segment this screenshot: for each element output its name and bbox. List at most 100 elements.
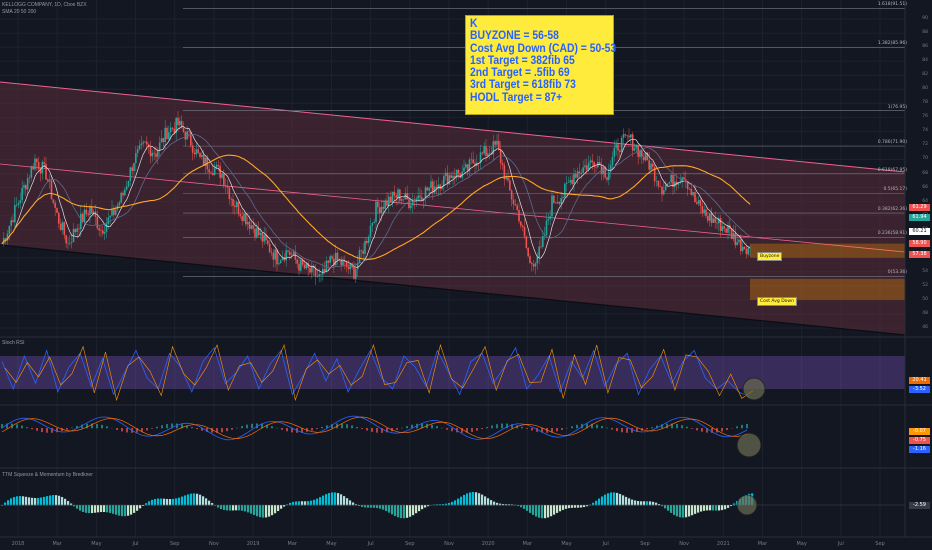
candle-body (287, 250, 289, 252)
candle-body (210, 172, 212, 174)
candle-body (745, 249, 748, 255)
macd-histogram-bar (481, 428, 483, 430)
candle-body (8, 225, 11, 234)
macd-histogram-bar (146, 428, 148, 431)
y-tick-label: 80 (922, 86, 928, 92)
macd-histogram-bar (226, 428, 228, 432)
ttm-bar (415, 505, 418, 514)
candle-body (699, 200, 702, 206)
candle-body (151, 152, 154, 157)
rsi-value-label: 20.41 (909, 377, 930, 384)
candle-body (655, 180, 658, 182)
ttm-bar (364, 505, 367, 508)
candle-body (136, 149, 139, 154)
candle-body (573, 174, 575, 184)
macd-histogram-bar (66, 428, 68, 430)
candle-body (426, 187, 429, 191)
ttm-bar (79, 505, 82, 511)
ttm-bar (166, 498, 169, 506)
ttm-bar (673, 505, 676, 515)
ttm-bar (523, 505, 526, 509)
candle-body (734, 233, 737, 246)
candle-body (584, 165, 586, 168)
candle-body (268, 243, 271, 252)
candle-body (334, 252, 337, 266)
candle-body (562, 196, 564, 199)
candle-body (371, 223, 374, 226)
trade-plan-note[interactable]: K BUYZONE = 56-58 Cost Avg Down (CAD) = … (465, 15, 616, 115)
candle-body (664, 185, 667, 191)
candle-body (560, 198, 562, 204)
candle-body (582, 167, 584, 173)
candle-body (17, 202, 20, 205)
candle-body (318, 274, 320, 277)
ttm-bar (559, 505, 562, 512)
candle-body (135, 153, 137, 164)
ttm-bar (193, 493, 196, 506)
x-tick-label: Jul (837, 541, 844, 547)
candle-body (289, 251, 291, 255)
x-tick-label: Sep (170, 541, 180, 547)
macd-histogram-bar (241, 426, 243, 429)
macd-histogram-bar (451, 428, 453, 432)
cad-zone-tag[interactable]: Cost Avg Down (757, 297, 797, 306)
candle-body (25, 185, 27, 190)
candle-body (124, 189, 126, 196)
y-tick-label: 48 (922, 310, 928, 316)
macd-highlight-circle (736, 432, 762, 458)
y-tick-label: 90 (922, 16, 928, 22)
ttm-bar (580, 505, 583, 508)
candle-body (26, 178, 29, 190)
candle-body (109, 215, 111, 218)
macd-histogram-bar (41, 428, 43, 433)
ttm-bar (76, 505, 79, 509)
candle-body (276, 249, 278, 265)
macd-signal-line (1, 416, 748, 440)
macd-value-label: -0.75 (909, 437, 930, 444)
ttm-bar (688, 505, 691, 517)
candle-body (402, 199, 405, 200)
ttm-bar (631, 499, 634, 506)
candle-body (355, 269, 357, 279)
price-label: 61.94 (909, 214, 930, 221)
candle-body (201, 154, 203, 157)
fib-label: 0.5(65.17) (883, 187, 907, 193)
candle-body (45, 163, 47, 180)
ttm-bar (172, 498, 175, 506)
candle-body (399, 189, 401, 201)
ttm-bar (226, 505, 229, 511)
candle-body (393, 191, 396, 196)
candle-body (360, 250, 363, 251)
ttm-bar (94, 505, 97, 513)
ttm-bar (568, 505, 571, 509)
macd-histogram-bar (156, 426, 158, 429)
x-tick-label: Mar (52, 541, 62, 547)
ttm-bar (712, 505, 715, 511)
ttm-bar (556, 505, 559, 513)
ttm-bar (481, 494, 484, 506)
y-tick-label: 64 (922, 198, 928, 204)
ttm-bar (310, 500, 313, 506)
ttm-bar (700, 505, 703, 512)
candle-body (448, 175, 451, 185)
ttm-bar (718, 505, 721, 511)
ttm-bar (91, 505, 94, 514)
ttm-value-label: -2.59 (909, 502, 930, 509)
candle-body (21, 187, 23, 201)
ttm-bar (412, 505, 415, 516)
candle-body (331, 256, 333, 259)
ttm-bar (325, 494, 328, 506)
ttm-bar (82, 505, 85, 512)
candle-body (199, 152, 201, 157)
fib-label: 0.618(67.95) (877, 167, 907, 173)
ttm-bar (469, 492, 472, 506)
candle-body (138, 145, 141, 150)
ttm-bar (313, 499, 316, 506)
rsi-band (0, 356, 905, 389)
buyzone-tag[interactable]: Buyzone (757, 252, 783, 261)
candle-body (531, 263, 533, 265)
candle-body (639, 150, 641, 157)
candle-body (564, 183, 566, 197)
macd-histogram-bar (741, 424, 743, 429)
ttm-bar (601, 496, 604, 506)
